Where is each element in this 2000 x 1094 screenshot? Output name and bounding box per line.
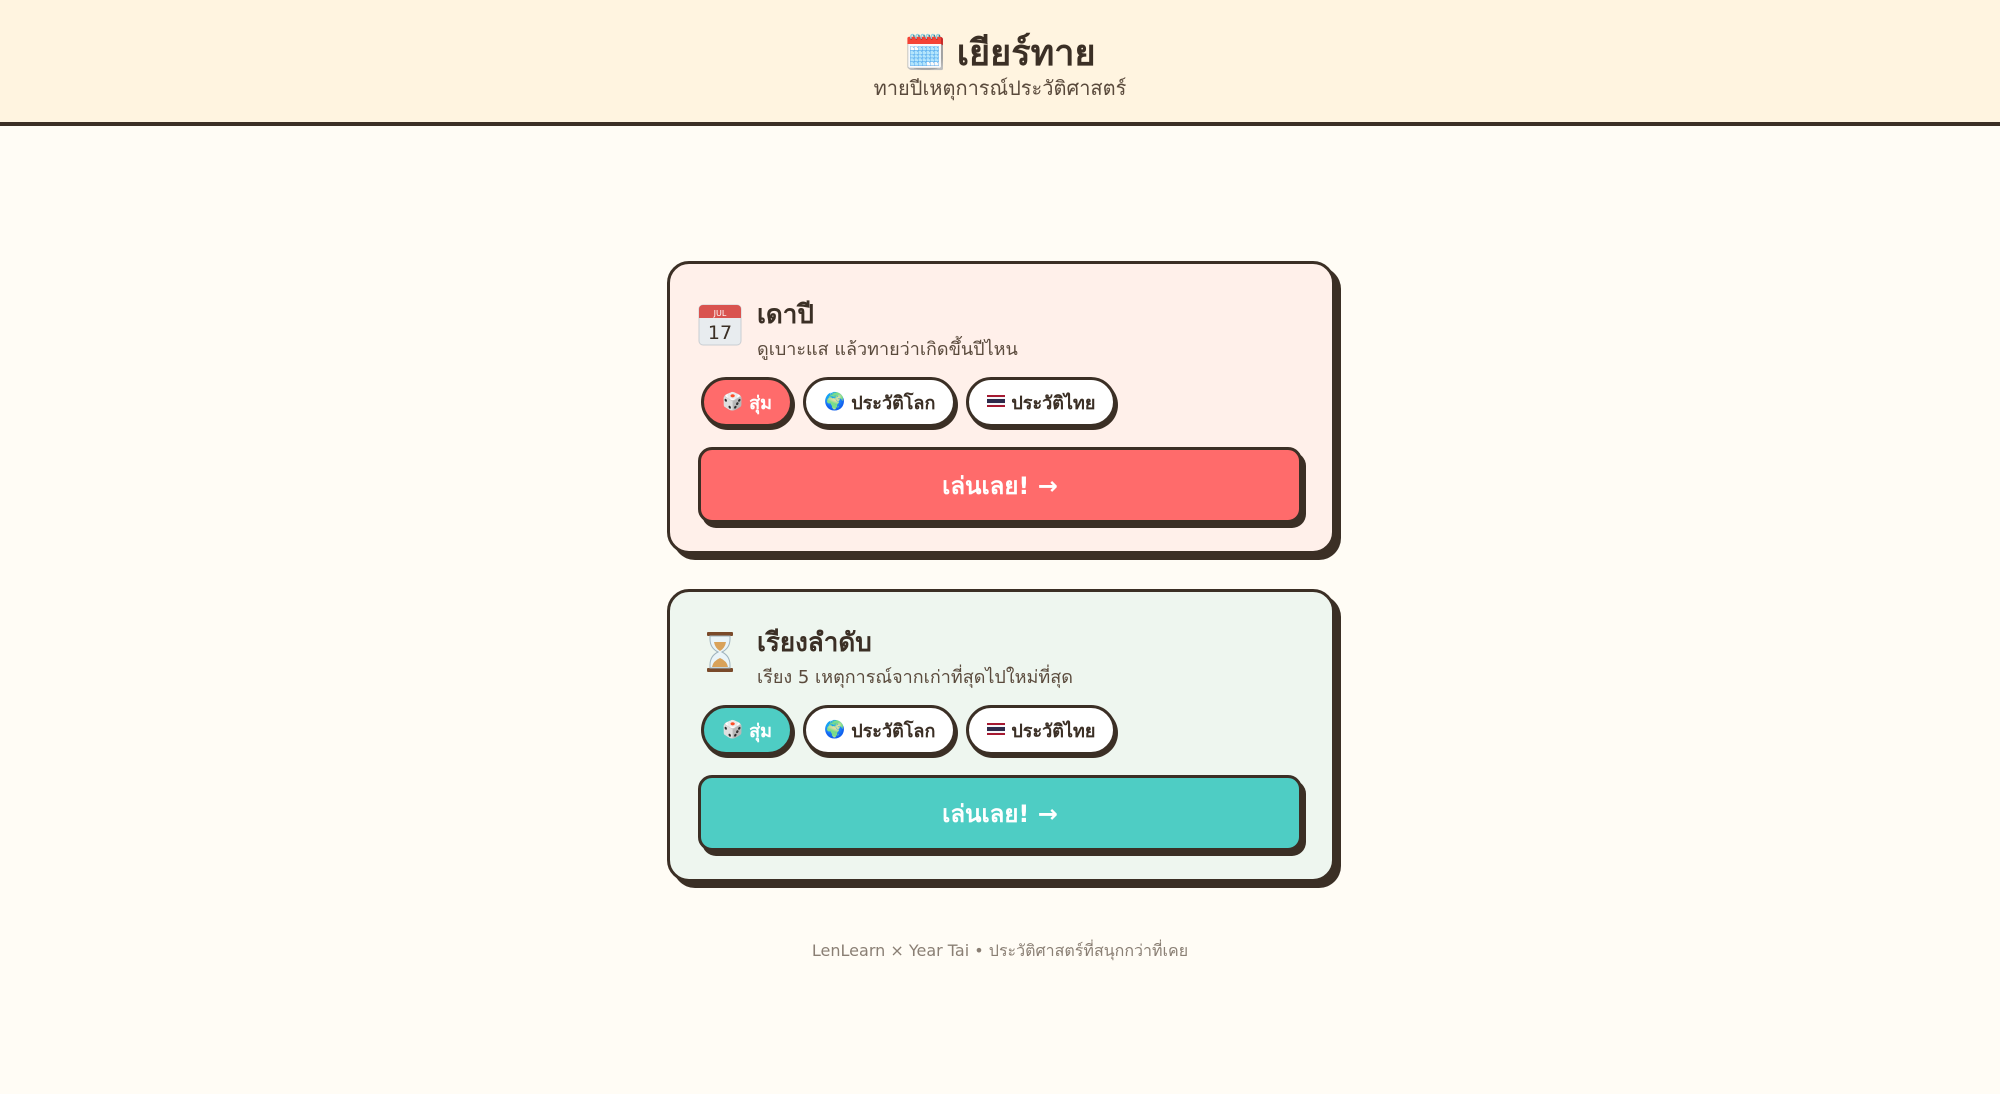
mode-description: ดูเบาะแส แล้วทายว่าเกิดขึ้นปีไหน [757,339,1018,360]
thai-flag-icon [987,720,1006,740]
mode-title: เรียงลำดับ [757,628,872,658]
chip-label: ประวัติไทย [1011,720,1096,742]
mode-description: เรียง 5 เหตุการณ์จากเก่าที่สุดไปใหม่ที่ส… [757,667,1073,688]
chip-label: ประวัติโลก [851,392,936,414]
calendar-month: JUL [713,309,727,318]
category-chip-thai-history[interactable]: ประวัติไทย [966,705,1117,755]
category-chip-world-history[interactable]: 🌍 ประวัติโลก [803,377,957,427]
app-subtitle: ทายปีเหตุการณ์ประวัติศาสตร์ [873,76,1127,100]
category-chip-thai-history[interactable]: ประวัติไทย [966,377,1117,427]
chip-label: ประวัติไทย [1011,392,1096,414]
globe-icon: 🌍 [824,392,846,412]
dice-icon: 🎲 [722,720,744,740]
globe-icon: 🌍 [824,720,846,740]
play-button[interactable]: เล่นเลย! → [698,775,1302,851]
category-chip-world-history[interactable]: 🌍 ประวัติโลก [803,705,957,755]
chip-label: สุ่ม [749,720,773,742]
category-chip-random[interactable]: 🎲 สุ่ม [701,705,794,755]
mode-card-sort-order: เรียงลำดับ เรียง 5 เหตุการณ์จากเก่าที่สุ… [667,589,1335,882]
dice-icon: 🎲 [722,392,744,412]
category-chips: 🎲 สุ่ม 🌍 ประวัติโลก ประวัติไทย [701,705,1117,755]
calendar-notepad-icon: 🗓️ [904,32,947,73]
hourglass-icon [698,630,742,674]
play-button[interactable]: เล่นเลย! → [698,447,1302,523]
mode-title: เดาปี [757,300,814,330]
category-chips: 🎲 สุ่ม 🌍 ประวัติโลก ประวัติไทย [701,377,1117,427]
category-chip-random[interactable]: 🎲 สุ่ม [701,377,794,427]
calendar-icon: JUL 17 [698,302,742,346]
app-header: 🗓️ เยียร์ทาย ทายปีเหตุการณ์ประวัติศาสตร์ [0,0,2000,126]
chip-label: ประวัติโลก [851,720,936,742]
thai-flag-icon [987,392,1006,412]
calendar-day: 17 [708,322,732,344]
chip-label: สุ่ม [749,392,773,414]
mode-card-guess-year: JUL 17 เดาปี ดูเบาะแส แล้วทายว่าเกิดขึ้น… [667,261,1335,554]
footer-text: LenLearn × Year Tai • ประวัติศาสตร์ที่สน… [811,941,1189,960]
